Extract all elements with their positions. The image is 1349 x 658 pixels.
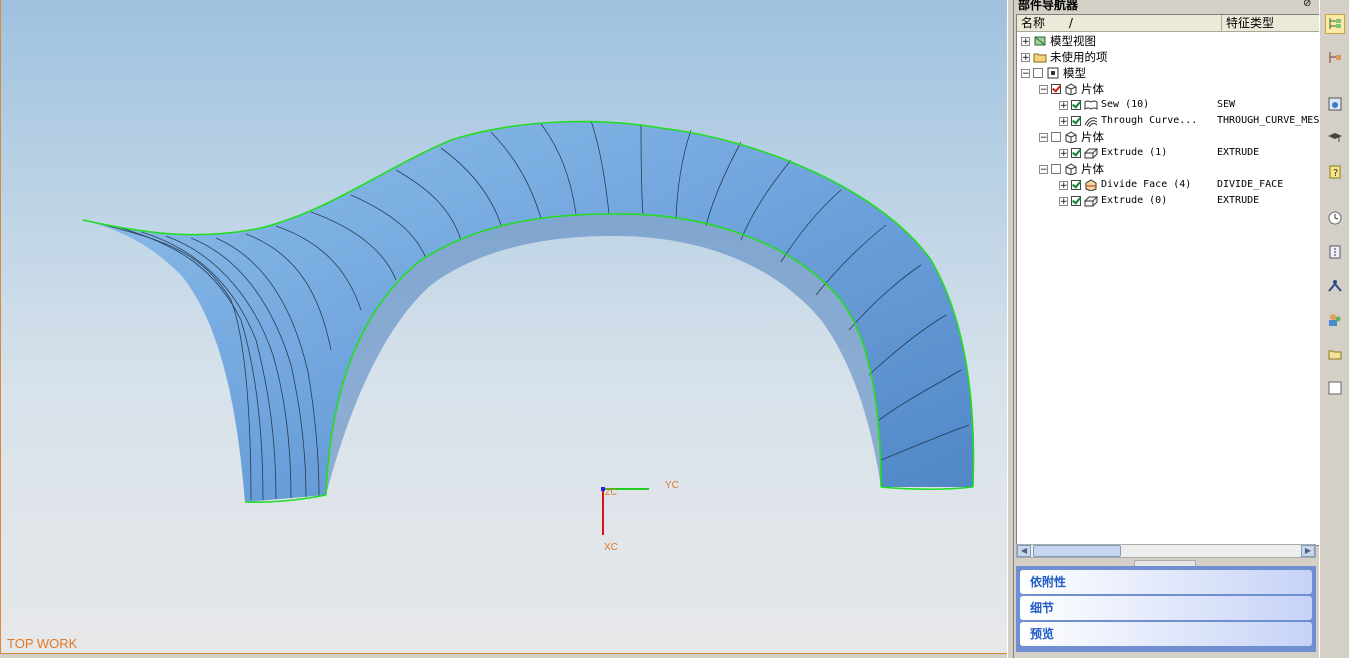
tree-item-through-curve-mesh[interactable]: + Through Curve... THROUGH_CURVE_MES [1059, 113, 1319, 129]
tree-horizontal-scrollbar[interactable]: ◀ ▶ [1016, 544, 1316, 558]
folder-icon [1033, 51, 1047, 63]
view-name-label: TOP WORK [7, 636, 78, 651]
viewport-splitter[interactable] [1007, 0, 1014, 658]
sew-feature-icon [1084, 99, 1098, 111]
visibility-checkbox[interactable] [1071, 196, 1081, 206]
expand-icon[interactable]: + [1059, 196, 1068, 206]
expand-icon[interactable]: + [1021, 36, 1030, 46]
visibility-checkbox[interactable] [1051, 164, 1061, 174]
extrude-feature-icon [1083, 147, 1099, 159]
collapse-icon[interactable]: − [1039, 84, 1048, 94]
visibility-checkbox[interactable] [1071, 180, 1081, 190]
collapse-icon[interactable]: − [1021, 68, 1030, 78]
visibility-checkbox[interactable] [1051, 84, 1061, 94]
graphics-viewport[interactable]: YC XC ZC TOP WORK [0, 0, 1007, 654]
panel-dependencies[interactable]: 依附性 [1020, 570, 1312, 594]
tree-item-sew[interactable]: + Sew (10) SEW [1059, 97, 1319, 113]
visibility-checkbox[interactable] [1071, 100, 1081, 110]
panel-preview[interactable]: 预览 [1020, 622, 1312, 646]
axis-x-label: XC [604, 542, 618, 553]
expand-icon[interactable]: + [1021, 52, 1030, 62]
divide-face-icon [1084, 179, 1098, 192]
blank-icon[interactable] [1325, 378, 1345, 398]
collapse-icon[interactable]: − [1039, 164, 1048, 174]
reuse-library-icon[interactable] [1325, 344, 1345, 364]
collapse-icon[interactable]: − [1039, 132, 1048, 142]
tree-item-sheet-body-3[interactable]: − 片体 [1039, 161, 1104, 177]
visibility-checkbox[interactable] [1071, 148, 1081, 158]
help-icon[interactable]: ? [1325, 162, 1345, 182]
axis-y-label: YC [665, 480, 679, 491]
process-studio-icon[interactable] [1325, 276, 1345, 296]
model-icon [1046, 67, 1060, 79]
navigator-title: 部件导航器 [1018, 0, 1079, 12]
assembly-navigator-icon[interactable] [1325, 48, 1345, 68]
expand-icon[interactable]: + [1059, 100, 1068, 110]
scroll-thumb[interactable] [1033, 545, 1121, 557]
part-navigator-icon[interactable] [1325, 14, 1345, 34]
curve-mesh-icon [1084, 115, 1098, 128]
tree-item-extrude-0[interactable]: + Extrude (0) EXTRUDE [1059, 193, 1319, 209]
model-views-icon [1033, 35, 1047, 47]
pin-icon[interactable]: ⊘ [1303, 0, 1313, 9]
expand-icon[interactable]: + [1059, 180, 1068, 190]
visibility-checkbox[interactable] [1033, 68, 1043, 78]
history-icon[interactable] [1325, 208, 1345, 228]
scroll-left-icon[interactable]: ◀ [1017, 545, 1031, 557]
tree-item-model[interactable]: − 模型 [1021, 65, 1086, 81]
svg-text:?: ? [1333, 168, 1338, 179]
tree-item-model-views[interactable]: + 模型视图 [1021, 33, 1096, 49]
tree-item-extrude-1[interactable]: + Extrude (1) EXTRUDE [1059, 145, 1319, 161]
sheet-body-icon [1064, 83, 1078, 96]
expand-icon[interactable]: + [1059, 148, 1068, 158]
sheet-body-icon [1064, 131, 1078, 144]
system-materials-icon[interactable] [1325, 242, 1345, 262]
sheet-body-icon [1064, 163, 1078, 176]
extrude-feature-icon [1083, 195, 1099, 207]
column-type-header[interactable]: 特征类型 [1222, 15, 1319, 31]
scroll-right-icon[interactable]: ▶ [1301, 545, 1315, 557]
feature-tree[interactable]: 名称 / 特征类型 + 模型视图 + 未使用的项 − 模型 − 片体 + Sew… [1016, 14, 1320, 546]
navigator-panels: 依附性 细节 预览 [1016, 566, 1316, 652]
model-display[interactable] [1, 0, 1007, 654]
tree-item-sheet-body-1[interactable]: − 片体 [1039, 81, 1104, 97]
part-navigator: 部件导航器 ⊘ 名称 / 特征类型 + 模型视图 + 未使用的项 − 模型 − … [1014, 0, 1320, 658]
visibility-checkbox[interactable] [1051, 132, 1061, 142]
expand-icon[interactable]: + [1059, 116, 1068, 126]
tree-item-sheet-body-2[interactable]: − 片体 [1039, 129, 1104, 145]
web-browser-icon[interactable] [1325, 94, 1345, 114]
roles-icon[interactable] [1325, 310, 1345, 330]
resource-bar: ? [1319, 0, 1349, 658]
column-name-header[interactable]: 名称 / [1017, 15, 1222, 31]
training-icon[interactable] [1325, 128, 1345, 148]
visibility-checkbox[interactable] [1071, 116, 1081, 126]
tree-item-divide-face[interactable]: + Divide Face (4) DIVIDE_FACE [1059, 177, 1319, 193]
axis-z-label: ZC [605, 487, 617, 497]
panel-details[interactable]: 细节 [1020, 596, 1312, 620]
tree-header: 名称 / 特征类型 [1017, 15, 1319, 32]
tree-item-unused-items[interactable]: + 未使用的项 [1021, 49, 1108, 65]
